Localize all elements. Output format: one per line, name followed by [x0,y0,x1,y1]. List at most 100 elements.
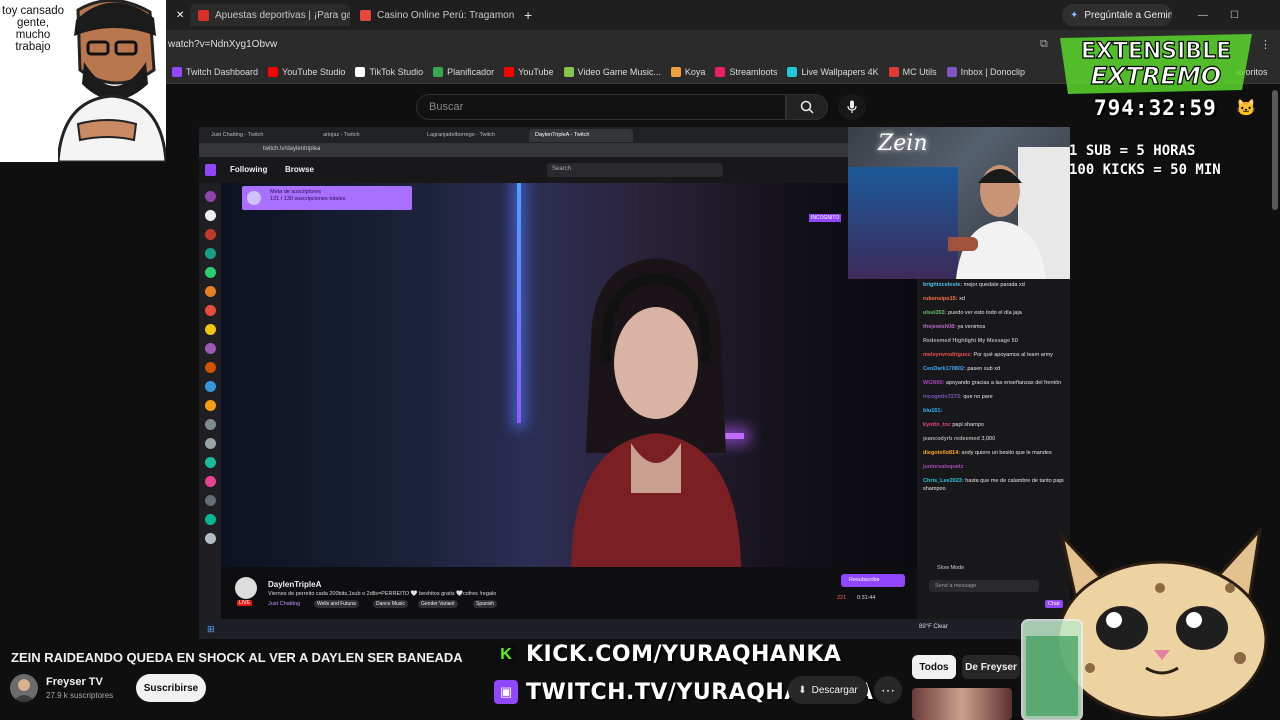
nav-following: Following [230,165,268,174]
browser-tab-casino[interactable]: Casino Online Perú: Tragamone ✕ [352,4,514,26]
sub-goal-banner: Meta de suscriptores 131 / 130 suscripci… [242,186,412,210]
bookmark-item[interactable]: Twitch Dashboard [172,66,258,77]
chat-message: diegotello814: andy quiere un besito que… [923,449,1064,457]
tab-favicon-icon [360,9,371,21]
chat-text: andy quiere un besito que le mandes [961,450,1052,456]
bookmark-item[interactable]: MC Utils [888,66,937,77]
tab-favicon-icon [198,9,209,21]
download-icon: ⬇ [798,684,807,696]
sub-goal-title: Meta de suscriptores [270,189,322,195]
logo-line2: EXTREMO [1091,62,1221,90]
kick-rule: 100 KICKS = 50 MIN [1069,162,1221,178]
chat-message: juniorsaisquetz [923,463,1064,471]
bookmark-favicon-icon [946,66,957,77]
channel-avatar[interactable] [10,674,38,702]
bookmark-favicon-icon [433,66,444,77]
bookmark-label: Live Wallpapers 4K [801,66,879,77]
chip-todos[interactable]: Todos [912,655,956,679]
chat-message: jeancodyrb redeemed 3,000 [923,435,1064,443]
chat-message: melvynvrodriguez: Por qué apoyamos al te… [923,351,1064,359]
bookmark-label: Video Game Music... [577,66,661,77]
bookmark-item[interactable]: Streamloots [715,66,778,77]
chat-message: WGN60: apoyando gracias a las enseñanzas… [923,379,1064,387]
chat-username: incognito7273: [923,394,964,400]
chat-username: diegotello814: [923,450,962,456]
bookmark-favicon-icon [670,66,681,77]
streamer-avatar [235,577,257,599]
followed-channel-avatar [205,286,216,297]
gemini-button[interactable]: ✦ Pregúntale a Gemini [1062,4,1172,26]
bookmark-item[interactable]: Planificador [433,66,495,77]
neon-sign: Zein [878,131,928,156]
cast-icon[interactable]: ⧉ [1040,38,1048,51]
search-button[interactable] [786,94,828,120]
chat-username: thejewish08: [923,324,958,330]
subscribe-button[interactable]: Suscribirse [136,674,206,702]
url-text[interactable]: watch?v=NdnXyg1Obvw [168,39,277,50]
chat-message: blu161: [923,407,1064,415]
chat-text: pasen sub xd [967,366,1001,372]
subscriber-count: 27.9 k suscriptores [46,691,114,700]
download-button[interactable]: ⬇ Descargar [788,676,868,704]
maximize-icon[interactable]: ☐ [1222,4,1242,26]
bookmark-item[interactable]: YouTube Studio [268,66,345,77]
chip-de-freyser[interactable]: De Freyser [962,655,1020,679]
extensible-extremo-logo: EXTENSIBLE EXTREMO [1060,34,1252,94]
bookmark-item[interactable]: Video Game Music... [563,66,661,77]
chat-text: que no pare [963,394,993,400]
windows-start-icon: ⊞ [207,624,215,634]
page-scrollbar[interactable] [1272,90,1278,210]
followed-channel-avatar [205,476,216,487]
inner-tab: Just Chatting - Twitch [211,132,264,138]
voice-search-button[interactable] [838,94,866,120]
bookmark-favicon-icon [355,66,366,77]
incognito-badge: INCOGNITO [809,214,842,222]
bookmark-label: Streamloots [729,66,778,77]
followed-channel-avatar [205,191,216,202]
recommended-video-thumbnail[interactable] [912,688,1012,720]
slow-mode-label: Slow Mode [937,565,965,571]
bookmark-item[interactable]: YouTube [504,66,554,77]
followed-channel-avatar [205,229,216,240]
gemini-sparkle-icon: ✦ [1070,9,1079,21]
chat-username: juniorsaisquetz [923,464,964,470]
search-input[interactable]: Buscar [416,94,786,120]
menu-icon[interactable]: ⋮ [1260,38,1271,51]
channel-name[interactable]: Freyser TV [46,676,103,688]
channel-avatar-image [13,679,35,702]
inner-tab-active: DaylenTripleA - Twitch [529,129,633,142]
kick-logo-icon: K [496,645,516,665]
more-icon: ⋯ [881,681,895,698]
bookmark-favicon-icon [268,66,279,77]
chat-message: incognito7273: que no pare [923,393,1064,401]
chat-message: Redeemed Highlight My Message 50 [923,337,1064,345]
bookmark-label: TikTok Studio [369,66,424,77]
bookmark-label: YouTube [518,66,554,77]
bookmark-item[interactable]: TikTok Studio [355,66,424,77]
chat-message: kyotto_tnc papi shampo [923,421,1064,429]
chat-username: Chris_Lee2023: [923,478,966,484]
streamer-name: DaylenTripleA [268,580,322,589]
bookmark-label: Planificador [447,66,495,77]
bookmark-favicon-icon [888,66,899,77]
new-tab-button[interactable]: + [516,4,536,26]
viewer-count: 221 [837,595,847,601]
chat-text: 50 [1011,338,1018,344]
search-icon [800,100,814,114]
live-badge: LIVE [237,600,252,606]
close-tab-icon[interactable]: ✕ [168,4,186,26]
stream-video [221,183,917,567]
followed-channel-avatar [205,267,216,278]
minimize-icon[interactable]: — [1190,4,1210,26]
bookmark-item[interactable]: Koya [670,66,705,77]
chat-username: kyotto_tnc [923,422,953,428]
meme-character-illustration [58,0,166,162]
browser-tab-apuestas[interactable]: Apuestas deportivas | ¡Para gar ✕ [190,4,350,26]
bookmark-item[interactable]: Inbox | Donoclip [946,66,1025,77]
chat-username: rubensipo15: [923,296,960,302]
chat-text: apoyando gracias a las enseñanzas del fr… [945,380,1062,386]
chat-username: jeancodyrb redeemed [923,436,982,442]
bookmark-item[interactable]: Live Wallpapers 4K [787,66,879,77]
more-actions-button[interactable]: ⋯ [874,676,902,704]
followed-channel-avatar [205,324,216,335]
